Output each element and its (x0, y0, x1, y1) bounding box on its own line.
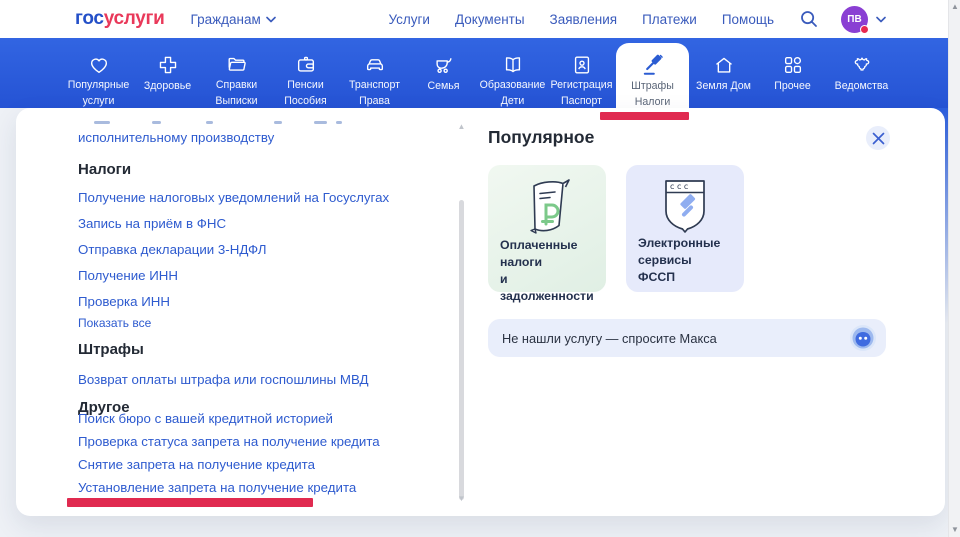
service-link-get-inn[interactable]: Получение ИНН (78, 268, 178, 286)
service-link-credit-bureau[interactable]: Поиск бюро с вашей кредитной историей (78, 411, 333, 429)
search-icon[interactable] (799, 9, 819, 29)
panel-scroll-up-arrow[interactable]: ▲ (457, 122, 466, 131)
service-link-enforcement-proceedings[interactable]: исполнительному производству (78, 130, 274, 145)
assistant-banner-text: Не нашли услугу — спросите Макса (502, 331, 717, 346)
nav-link-help[interactable]: Помощь (722, 12, 774, 27)
stroller-icon (433, 53, 455, 77)
category-tab-popular[interactable]: Популярные услуги (64, 38, 133, 108)
services-column: исполнительному производству Налоги Полу… (78, 108, 470, 516)
card-fssp-services[interactable]: с с с Электронные сервисы ФССП (626, 165, 744, 292)
close-icon[interactable] (866, 126, 890, 150)
nav-link-payments[interactable]: Платежи (642, 12, 697, 27)
category-tab-education[interactable]: Образование Дети (478, 38, 547, 108)
top-header: госуслуги Гражданам Услуги Документы Зая… (0, 0, 948, 38)
category-tab-fines-taxes[interactable]: Штрафы Налоги (616, 43, 689, 108)
scrollbar-down-arrow[interactable]: ▼ (949, 524, 960, 536)
nav-link-services[interactable]: Услуги (388, 12, 430, 27)
medical-cross-icon (157, 53, 179, 77)
logo-part-red: услуги (104, 8, 165, 29)
category-tab-certificates[interactable]: Справки Выписки (202, 38, 271, 108)
service-link-fns-appointment[interactable]: Запись на приём в ФНС (78, 216, 226, 234)
top-nav: Услуги Документы Заявления Платежи Помощ… (388, 12, 774, 27)
gavel-icon (641, 53, 665, 77)
clipped-text-fragment (274, 121, 282, 124)
clipped-text-fragment (152, 121, 161, 124)
clipped-text-fragment (336, 121, 342, 124)
category-tab-land-home[interactable]: Земля Дом (689, 38, 758, 108)
popular-cards: Оплаченные налоги и задолженности с с с (488, 165, 744, 292)
service-link-check-inn[interactable]: Проверка ИНН (78, 294, 170, 312)
chevron-down-icon (876, 16, 886, 23)
chevron-down-icon (266, 16, 276, 23)
nav-link-documents[interactable]: Документы (455, 12, 525, 27)
eagle-emblem-icon (851, 53, 873, 77)
open-book-icon (502, 53, 524, 76)
service-link-credit-ban-removal[interactable]: Снятие запрета на получение кредита (78, 457, 315, 475)
service-link-3ndfl-declaration[interactable]: Отправка декларации 3-НДФЛ (78, 242, 266, 260)
annotation-underline-credit-ban-link (67, 498, 313, 507)
card-label: Оплаченные налоги и задолженности (500, 237, 594, 305)
id-card-icon (571, 53, 593, 76)
fssp-shield-icon: с с с (658, 177, 712, 235)
avatar-initials: ПВ (847, 14, 861, 25)
nav-link-applications[interactable]: Заявления (550, 12, 618, 27)
section-title-taxes: Налоги (78, 161, 131, 178)
service-link-tax-notifications[interactable]: Получение налоговых уведомлений на Госус… (78, 190, 389, 208)
panel-scrollbar[interactable] (459, 200, 464, 500)
category-tab-pensions[interactable]: Пенсии Пособия (271, 38, 340, 108)
robot-icon (850, 325, 876, 351)
notification-dot (860, 25, 869, 34)
category-bar: Популярные услуги Здоровье Справки Выпис… (0, 38, 948, 108)
category-tab-transport[interactable]: Транспорт Права (340, 38, 409, 108)
category-tab-agencies[interactable]: Ведомства (827, 38, 896, 108)
logo-part-blue: гос (75, 8, 104, 29)
folder-icon (226, 53, 248, 76)
section-title-fines: Штрафы (78, 341, 144, 358)
category-tab-family[interactable]: Семья (409, 38, 478, 108)
wallet-icon (295, 53, 317, 76)
service-link-fine-refund[interactable]: Возврат оплаты штрафа или госпошлины МВД (78, 372, 369, 390)
category-tab-other[interactable]: Прочее (758, 38, 827, 108)
popular-title: Популярное (488, 127, 594, 148)
card-paid-taxes[interactable]: Оплаченные налоги и задолженности (488, 165, 606, 292)
audience-selector[interactable]: Гражданам (191, 12, 276, 27)
house-icon (713, 53, 735, 77)
audience-label: Гражданам (191, 12, 261, 27)
profile-menu[interactable]: ПВ (841, 6, 886, 33)
gosuslugi-page: госуслуги Гражданам Услуги Документы Зая… (0, 0, 960, 537)
receipt-ruble-icon (519, 177, 575, 237)
category-tab-registration[interactable]: Регистрация Паспорт (547, 38, 616, 108)
clipped-text-fragment (94, 121, 110, 124)
clipped-text-fragment (314, 121, 327, 124)
panel-scroll-down-arrow[interactable]: ▼ (457, 494, 466, 503)
car-icon (364, 53, 386, 76)
category-dropdown-panel: исполнительному производству Налоги Полу… (16, 108, 945, 516)
service-link-credit-ban-status[interactable]: Проверка статуса запрета на получение кр… (78, 434, 380, 452)
gosuslugi-logo[interactable]: госуслуги (75, 8, 165, 30)
category-tab-health[interactable]: Здоровье (133, 38, 202, 108)
grid-icon (782, 53, 804, 77)
svg-text:с с с: с с с (670, 182, 688, 191)
scrollbar-up-arrow[interactable]: ▲ (949, 1, 960, 13)
category-row: Популярные услуги Здоровье Справки Выпис… (64, 38, 896, 108)
clipped-text-fragment (206, 121, 213, 124)
heart-icon (88, 53, 110, 76)
service-link-credit-ban-set[interactable]: Установление запрета на получение кредит… (78, 480, 356, 498)
page-scrollbar[interactable]: ▲ ▼ (948, 0, 960, 537)
card-label: Электронные сервисы ФССП (638, 235, 732, 286)
avatar[interactable]: ПВ (841, 6, 868, 33)
show-all-link[interactable]: Показать все (78, 316, 151, 334)
assistant-banner[interactable]: Не нашли услугу — спросите Макса (488, 319, 886, 357)
annotation-underline-fines-taxes-tab (600, 112, 689, 120)
